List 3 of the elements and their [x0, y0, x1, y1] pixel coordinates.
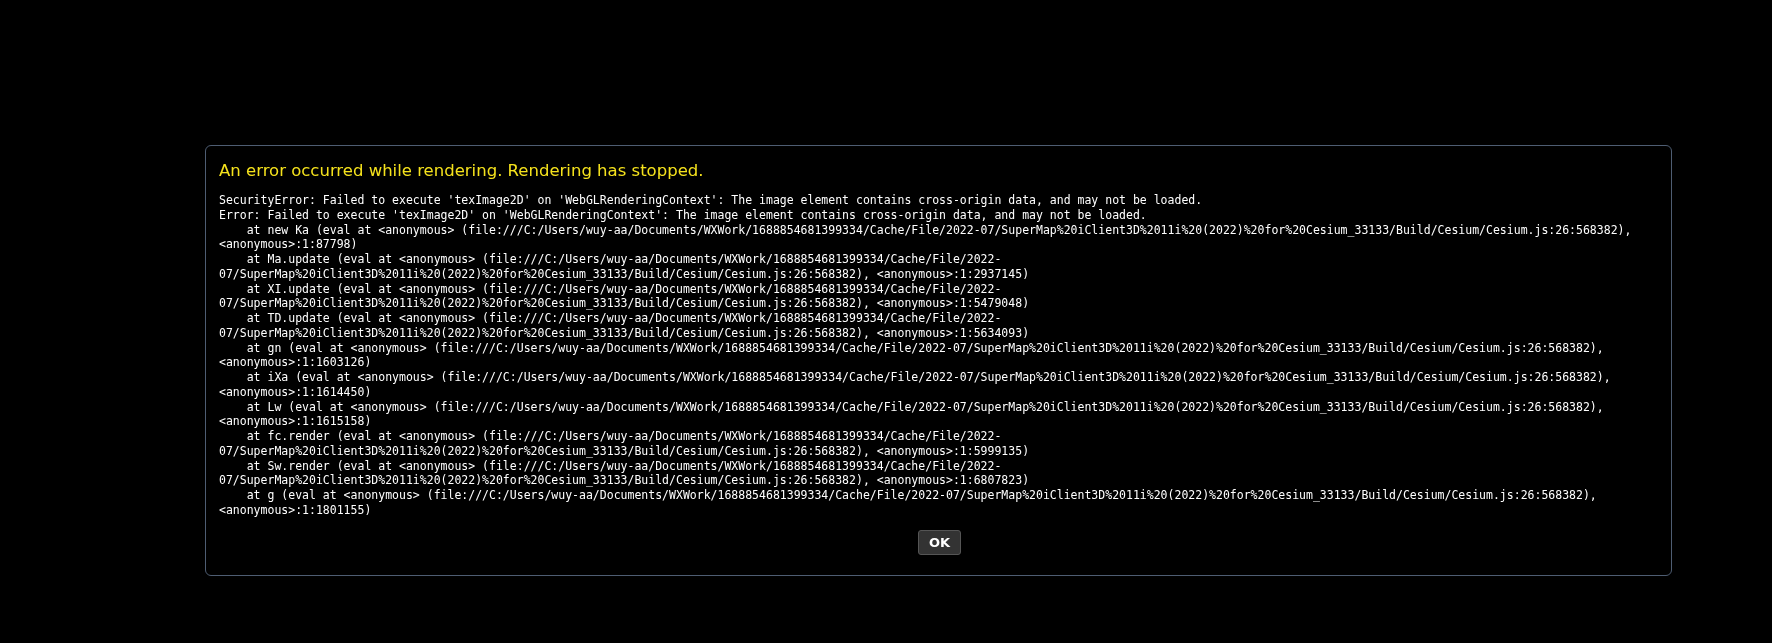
ok-button[interactable]: OK [917, 529, 961, 555]
error-message: SecurityError: Failed to execute 'texImage2D' on 'WebGLRenderingContext': The image element contains cross-origin data, and may not be loaded. Error: Failed to execute 'texImage2D' on 'WebGLRenderingContext': The image element contains cross-origin data, and may not be loaded. at new Ka (eval at <anonymous> (file:///C:/Users/wuy-aa/Documents/WXWork/1688854681399334/Cache/File/2022-07/SuperMap%20iClient3D%2011i%20(2022)%20for%20Cesium_33133/Build/Cesium/Cesium.js:26:568382), <anonymous>:1:87798) at Ma.update (eval at <anonymous> (file:///C:/Users/wuy-aa/Documents/WXWork/1688854681399334/Cache/File/2022- 07/SuperMap%20iClient3D%2011i%20(2022)%20for%20Cesium_33133/Build/Cesium/Cesium.js:26:568382), <anonymous>:1:2937145) at XI.update (eval at <anonymous> (file:///C:/Users/wuy-aa/Documents/WXWork/1688854681399334/Cache/File/2022- 07/SuperMap%20iClient3D%2011i%20(2022)%20for%20Cesium_33133/Build/Cesium/Cesium.js:26:568382), <anonymous>:1:5479048) at TD.update (eval at <anonymous> (file:///C:/Users/wuy-aa/Documents/WXWork/1688854681399334/Cache/File/2022- 07/SuperMap%20iClient3D%2011i%20(2022)%20for%20Cesium_33133/Build/Cesium/Cesium.js:26:568382), <anonymous>:1:5634093) at gn (eval at <anonymous> (file:///C:/Users/wuy-aa/Documents/WXWork/1688854681399334/Cache/File/2022-07/SuperMap%20iClient3D%2011i%20(2022)%20for%20Cesium_33133/Build/Cesium/Cesium.js:26:568382), <anonymous>:1:1603126) at iXa (eval at <anonymous> (file:///C:/Users/wuy-aa/Documents/WXWork/1688854681399334/Cache/File/2022-07/SuperMap%20iClient3D%2011i%20(2022)%20for%20Cesium_33133/Build/Cesium/Cesium.js:26:568382), <anonymous>:1:1614450) at Lw (eval at <anonymous> (file:///C:/Users/wuy-aa/Documents/WXWork/1688854681399334/Cache/File/2022-07/SuperMap%20iClient3D%2011i%20(2022)%20for%20Cesium_33133/Build/Cesium/Cesium.js:26:568382), <anonymous>:1:1615158) at fc.render (eval at <anonymous> (file:///C:/Users/wuy-aa/Documents/WXWork/1688854681399334/Cache/File/2022- 07/SuperMap%20iClient3D%2011i%20(2022)%20for%20Cesium_33133/Build/Cesium/Cesium.js:26:568382), <anonymous>:1:5999135) at Sw.render (eval at <anonymous> (file:///C:/Users/wuy-aa/Documents/WXWork/1688854681399334/Cache/File/2022- 07/SuperMap%20iClient3D%2011i%20(2022)%20for%20Cesium_33133/Build/Cesium/Cesium.js:26:568382), <anonymous>:1:6807823) at g (eval at <anonymous> (file:///C:/Users/wuy-aa/Documents/WXWork/1688854681399334/Cache/File/2022-07/SuperMap%20iClient3D%2011i%20(2022)%20for%20Cesium_33133/Build/Cesium/Cesium.js:26:568382), <anonymous>:1:1801155) [219, 193, 1632, 518]
dialog-title: An error occurred while rendering. Rendering has stopped. [219, 161, 704, 181]
